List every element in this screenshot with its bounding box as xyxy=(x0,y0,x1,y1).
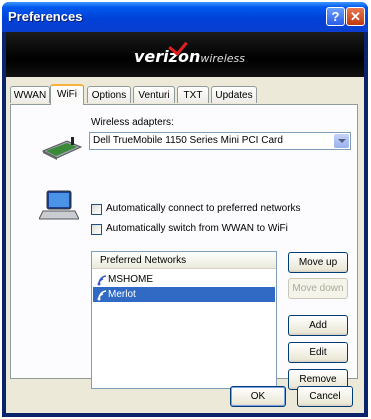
network-name: MSHOME xyxy=(108,274,153,285)
wireless-card-icon xyxy=(41,137,83,160)
network-item-mshome[interactable]: MSHOME xyxy=(93,272,275,287)
network-name: Merlot xyxy=(108,289,136,300)
list-header-label: Preferred Networks xyxy=(100,255,187,266)
tab-updates[interactable]: Updates xyxy=(211,86,257,103)
auto-connect-checkbox[interactable] xyxy=(91,204,102,215)
edit-button[interactable]: Edit xyxy=(288,342,348,363)
tab-venturi[interactable]: Venturi xyxy=(133,86,175,103)
chevron-down-icon[interactable] xyxy=(334,134,349,148)
wifi-signal-icon xyxy=(97,275,107,286)
network-item-merlot[interactable]: Merlot xyxy=(93,287,275,302)
ok-button[interactable]: OK xyxy=(230,386,286,407)
logo-text-pre: veri xyxy=(134,47,169,66)
adapter-select[interactable]: Dell TrueMobile 1150 Series Mini PCI Car… xyxy=(89,132,351,150)
help-button[interactable]: ? xyxy=(326,7,345,26)
title-bar[interactable]: Preferences ? ✕ xyxy=(2,2,368,32)
move-down-button[interactable]: Move down xyxy=(288,278,348,299)
list-header[interactable]: Preferred Networks xyxy=(92,252,276,269)
laptop-icon xyxy=(39,190,79,220)
tab-wifi[interactable]: WiFi xyxy=(50,84,84,105)
dialog-body: verizonwireless WWAN WiFi Options Ventur… xyxy=(6,32,364,413)
cancel-button[interactable]: Cancel xyxy=(297,386,353,407)
tab-options[interactable]: Options xyxy=(87,86,131,103)
preferences-window: Preferences ? ✕ verizonwireless WWAN WiF… xyxy=(2,2,368,417)
wifi-panel: Wireless adapters: Dell TrueMobile 1150 … xyxy=(10,104,358,390)
verizon-logo: verizonwireless xyxy=(134,47,245,66)
tab-txt[interactable]: TXT xyxy=(177,86,209,103)
logo-subtext: wireless xyxy=(200,52,245,65)
auto-switch-checkbox[interactable] xyxy=(91,224,102,235)
preferred-networks-list[interactable]: Preferred Networks MSHOME Merlot xyxy=(91,251,277,389)
adapters-label: Wireless adapters: xyxy=(91,117,174,128)
auto-switch-label: Automatically switch from WWAN to WiFi xyxy=(106,223,288,234)
auto-connect-label: Automatically connect to preferred netwo… xyxy=(106,203,301,214)
move-up-button[interactable]: Move up xyxy=(288,252,348,273)
close-button[interactable]: ✕ xyxy=(346,7,365,26)
adapter-select-value: Dell TrueMobile 1150 Series Mini PCI Car… xyxy=(93,135,283,146)
wifi-signal-icon xyxy=(97,290,107,301)
window-title: Preferences xyxy=(8,9,83,24)
add-button[interactable]: Add xyxy=(288,315,348,336)
brand-banner: verizonwireless xyxy=(6,32,364,77)
tab-wwan[interactable]: WWAN xyxy=(10,86,50,103)
